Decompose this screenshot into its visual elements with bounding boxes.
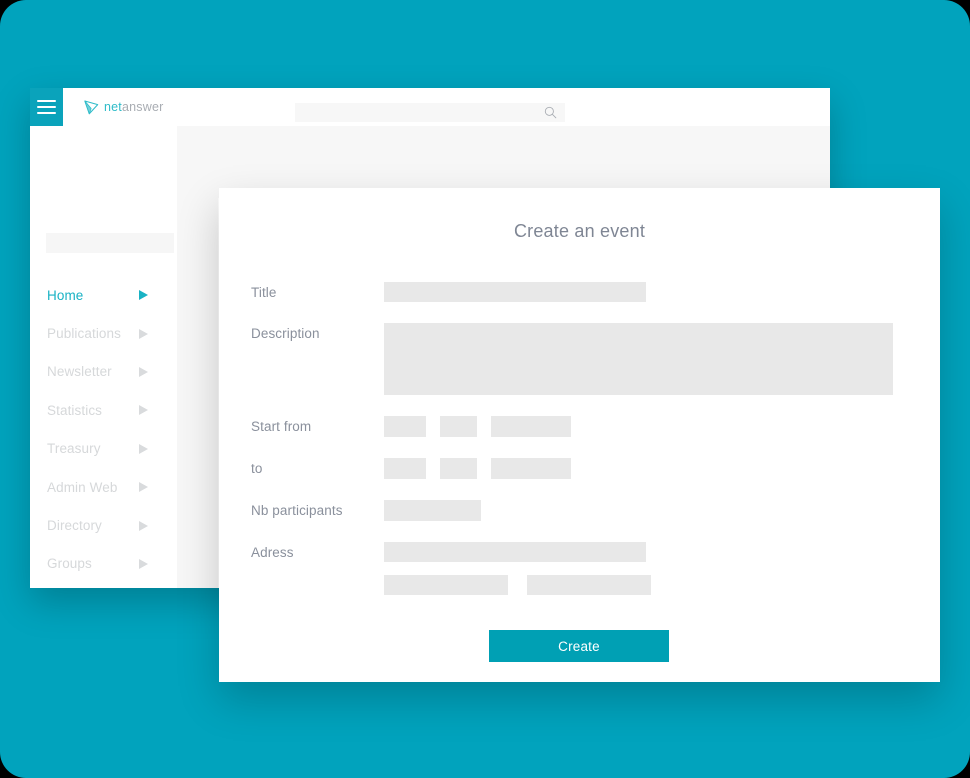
form-row-to: to — [251, 458, 908, 479]
start-from-day-input[interactable] — [384, 416, 426, 437]
sidebar-item-newsletter[interactable]: Newsletter — [30, 353, 177, 391]
form-row-title: Title — [251, 282, 908, 302]
sidebar-menu: Home Publications Newsletter Statistics — [30, 276, 177, 583]
search-icon[interactable] — [544, 106, 557, 119]
modal-title: Create an event — [513, 221, 646, 241]
sidebar-item-label: Statistics — [47, 402, 103, 418]
logo-text-answer: answer — [121, 99, 164, 114]
adress-city-input[interactable] — [384, 575, 508, 595]
logo-text-net: net — [104, 99, 122, 114]
title-input[interactable] — [384, 282, 646, 302]
to-month-input[interactable] — [440, 458, 477, 479]
nb-participants-label: Nb participants — [251, 503, 343, 518]
hamburger-menu-icon[interactable] — [30, 88, 63, 126]
app-header: net answer — [30, 88, 830, 126]
caret-right-icon — [139, 290, 148, 301]
caret-right-icon — [139, 482, 148, 493]
start-from-time-input[interactable] — [491, 416, 571, 437]
sidebar-item-label: Newsletter — [47, 364, 112, 380]
start-from-label: Start from — [251, 419, 312, 434]
nb-participants-input[interactable] — [384, 500, 481, 521]
adress-secondary-label — [251, 575, 384, 578]
caret-right-icon — [139, 558, 148, 569]
description-label: Description — [251, 326, 320, 341]
to-time-input[interactable] — [491, 458, 571, 479]
search-bar[interactable] — [295, 103, 565, 122]
create-button[interactable]: Create — [489, 630, 669, 662]
sidebar-item-label: Groups — [47, 556, 92, 572]
sidebar-placeholder-block — [46, 233, 174, 253]
caret-right-icon — [139, 366, 148, 377]
paper-plane-icon — [84, 100, 99, 114]
search-input[interactable] — [295, 103, 535, 122]
form-row-nb-participants: Nb participants — [251, 500, 908, 521]
caret-right-icon — [139, 405, 148, 416]
sidebar-item-groups[interactable]: Groups — [30, 545, 177, 583]
hamburger-bar — [37, 100, 56, 102]
start-from-fields — [384, 416, 571, 437]
adress-input[interactable] — [384, 542, 646, 562]
to-day-input[interactable] — [384, 458, 426, 479]
sidebar-item-publications[interactable]: Publications — [30, 314, 177, 352]
start-from-month-input[interactable] — [440, 416, 477, 437]
sidebar-item-directory[interactable]: Directory — [30, 506, 177, 544]
hamburger-bar — [37, 112, 56, 114]
form-row-adress-secondary — [251, 575, 908, 595]
sidebar: Home Publications Newsletter Statistics — [30, 126, 177, 588]
description-textarea[interactable] — [384, 323, 893, 395]
to-label: to — [251, 461, 263, 476]
caret-right-icon — [139, 443, 148, 454]
to-fields — [384, 458, 571, 479]
adress-label: Adress — [251, 545, 294, 560]
form-row-description: Description — [251, 323, 908, 395]
adress-secondary-fields — [384, 575, 651, 595]
hamburger-bar — [37, 106, 56, 108]
sidebar-item-home[interactable]: Home — [30, 276, 177, 314]
sidebar-item-statistics[interactable]: Statistics — [30, 391, 177, 429]
sidebar-item-label: Treasury — [47, 441, 101, 457]
sidebar-item-label: Directory — [47, 518, 102, 534]
form-row-start-from: Start from — [251, 416, 908, 437]
title-label: Title — [251, 285, 277, 300]
caret-right-icon — [139, 520, 148, 531]
sidebar-item-label: Admin Web — [47, 479, 118, 495]
page-background: net answer Home Publications Newsletter … — [0, 0, 970, 778]
sidebar-item-label: Home — [47, 287, 84, 303]
adress-zip-input[interactable] — [527, 575, 651, 595]
create-event-modal: Create an event Title Description Start … — [219, 188, 940, 682]
sidebar-item-label: Publications — [47, 326, 121, 342]
create-event-form: Title Description Start from to Nb parti… — [251, 282, 908, 595]
sidebar-item-treasury[interactable]: Treasury — [30, 430, 177, 468]
form-row-adress: Adress — [251, 542, 908, 562]
sidebar-item-admin-web[interactable]: Admin Web — [30, 468, 177, 506]
brand-logo[interactable]: net answer — [83, 97, 163, 117]
caret-right-icon — [139, 328, 148, 339]
